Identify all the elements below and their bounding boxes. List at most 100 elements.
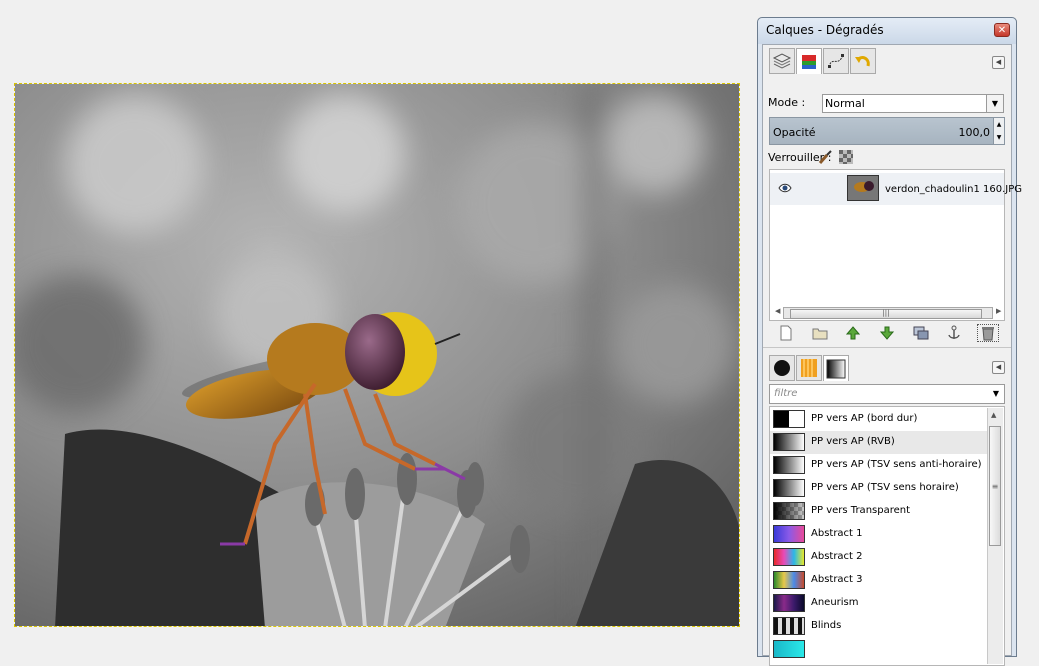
- gradient-name: Abstract 3: [811, 574, 863, 585]
- new-layer-button[interactable]: [775, 324, 797, 342]
- hscroll-thumb[interactable]: |||: [790, 309, 982, 319]
- tab-patterns[interactable]: [796, 355, 822, 381]
- tab-gradients[interactable]: [823, 355, 849, 381]
- triangle-left-icon: ◀: [995, 58, 1002, 66]
- dock-tab-bar: [769, 48, 876, 74]
- gradient-swatch: [773, 456, 805, 474]
- tab-undo-history[interactable]: [850, 48, 876, 74]
- gradient-swatch: [773, 410, 805, 428]
- opacity-label: Opacité: [773, 126, 816, 139]
- layer-name: verdon_chadoulin1 160.JPG: [885, 184, 1023, 195]
- scroll-left-icon[interactable]: ◀: [775, 307, 780, 315]
- chevron-down-icon: ▼: [992, 389, 1000, 398]
- lock-pixels-icon[interactable]: [817, 149, 833, 165]
- gradient-list-vscrollbar[interactable]: ▲ ≡: [987, 408, 1003, 664]
- gradient-name: PP vers AP (TSV sens anti-horaire): [811, 459, 982, 470]
- undo-history-tab-icon: [855, 56, 870, 67]
- opacity-spinner[interactable]: ▲ ▼: [993, 118, 1004, 144]
- mode-label: Mode :: [768, 96, 806, 109]
- gradient-item[interactable]: PP vers AP (TSV sens horaire): [770, 477, 988, 500]
- layer-row[interactable]: verdon_chadoulin1 160.JPG: [770, 173, 1022, 205]
- gradient-name: Abstract 1: [811, 528, 863, 539]
- close-button[interactable]: ✕: [994, 23, 1010, 37]
- gradient-swatch: [773, 548, 805, 566]
- opacity-value: 100,0: [958, 126, 991, 139]
- scroll-up-icon[interactable]: ▲: [991, 411, 996, 419]
- filter-placeholder: filtre: [774, 388, 798, 399]
- gradient-swatch: [773, 525, 805, 543]
- tab-layers[interactable]: [769, 48, 795, 74]
- dock-titlebar[interactable]: Calques - Dégradés ✕: [758, 18, 1016, 44]
- brushes-tab-icon: [774, 360, 790, 376]
- layers-dock-window: Calques - Dégradés ✕ ◀ Mode: Normal ▼ O…: [757, 17, 1022, 666]
- duplicate-layer-button[interactable]: [910, 324, 932, 342]
- mode-dropdown-button[interactable]: ▼: [986, 95, 1003, 112]
- new-layer-group-button[interactable]: [809, 324, 831, 342]
- gradient-list[interactable]: PP vers AP (bord dur) PP vers AP (RVB) P…: [769, 406, 1005, 666]
- layers-tab-icon: [772, 53, 792, 69]
- gradient-item[interactable]: Abstract 2: [770, 546, 988, 569]
- eye-icon[interactable]: [778, 182, 792, 194]
- layer-list[interactable]: verdon_chadoulin1 160.JPG: [769, 169, 1022, 321]
- new-layer-icon: [780, 325, 792, 341]
- channels-tab-icon: [802, 54, 816, 69]
- gradient-item[interactable]: PP vers AP (TSV sens anti-horaire): [770, 454, 988, 477]
- delete-layer-icon: [982, 327, 995, 341]
- patterns-tab-icon: [801, 359, 817, 377]
- gradient-name: PP vers AP (RVB): [811, 436, 895, 447]
- gradient-item[interactable]: [770, 638, 988, 661]
- mode-value: Normal: [825, 97, 865, 110]
- close-icon: ✕: [997, 25, 1007, 36]
- new-layer-group-icon: [812, 328, 828, 340]
- gradient-item[interactable]: PP vers Transparent: [770, 500, 988, 523]
- tab-channels[interactable]: [796, 48, 822, 74]
- gradient-swatch: [773, 433, 805, 451]
- gradient-item[interactable]: Abstract 1: [770, 523, 988, 546]
- gradient-item[interactable]: Blinds: [770, 615, 988, 638]
- layer-thumbnail: [847, 175, 879, 201]
- image-canvas[interactable]: [14, 83, 740, 627]
- pane-divider[interactable]: [763, 347, 1011, 350]
- triangle-left-icon: ◀: [995, 363, 1002, 371]
- gradient-name: Blinds: [811, 620, 842, 631]
- gradient-item[interactable]: PP vers AP (bord dur): [770, 408, 988, 431]
- lower-layer-icon: [879, 326, 894, 340]
- paths-tab-icon: [828, 54, 844, 68]
- vscroll-thumb[interactable]: ≡: [989, 426, 1001, 546]
- dock-tab-bar-bottom: [769, 355, 849, 381]
- window-title: Calques - Dégradés: [766, 23, 884, 37]
- gradient-swatch: [773, 479, 805, 497]
- tab-paths[interactable]: [823, 48, 849, 74]
- lower-layer-button[interactable]: [876, 324, 898, 342]
- opacity-slider[interactable]: Opacité 100,0 ▲ ▼: [769, 117, 1005, 145]
- gradient-name: PP vers AP (bord dur): [811, 413, 918, 424]
- anchor-layer-icon: [948, 325, 961, 339]
- duplicate-layer-icon: [913, 326, 929, 340]
- anchor-layer-button[interactable]: [943, 324, 965, 342]
- filter-dropdown-button[interactable]: ▼: [988, 385, 1004, 403]
- delete-layer-button[interactable]: [977, 324, 1000, 342]
- layer-list-hscrollbar[interactable]: |||: [783, 307, 993, 319]
- gradient-item[interactable]: Aneurism: [770, 592, 988, 615]
- tab-menu-button[interactable]: ◀: [992, 56, 1005, 69]
- mode-select[interactable]: Normal ▼: [822, 94, 1004, 113]
- tab-brushes[interactable]: [769, 355, 795, 381]
- layer-toolbar: [769, 323, 1005, 343]
- gradient-name: Abstract 2: [811, 551, 863, 562]
- gradient-filter-input[interactable]: filtre ▼: [769, 384, 1005, 404]
- gradients-tab-icon: [826, 359, 846, 378]
- raise-layer-icon: [846, 326, 861, 340]
- tab-menu-button-bottom[interactable]: ◀: [992, 361, 1005, 374]
- raise-layer-button[interactable]: [842, 324, 864, 342]
- dock-content: ◀ Mode : Normal ▼ Opacité 100,0 ▲ ▼ Verro…: [762, 44, 1022, 666]
- gradient-name: Aneurism: [811, 597, 859, 608]
- lock-alpha-icon[interactable]: [838, 149, 854, 165]
- gradient-swatch: [773, 617, 805, 635]
- scroll-right-icon[interactable]: ▶: [996, 307, 1001, 315]
- gradient-swatch: [773, 594, 805, 612]
- gradient-name: PP vers Transparent: [811, 505, 911, 516]
- gradient-name: PP vers AP (TSV sens horaire): [811, 482, 959, 493]
- gradient-item[interactable]: PP vers AP (RVB): [770, 431, 988, 454]
- gradient-swatch: [773, 502, 805, 520]
- gradient-item[interactable]: Abstract 3: [770, 569, 988, 592]
